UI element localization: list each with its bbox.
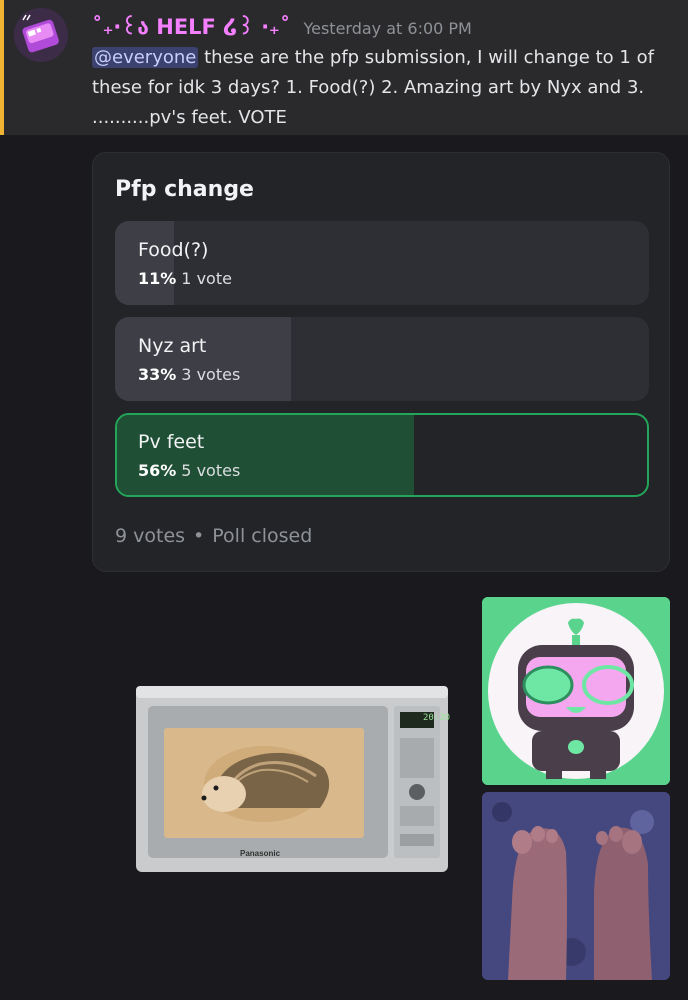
message-content: @everyone these are the pfp submission, … bbox=[92, 43, 672, 133]
poll-option-label: Nyz art bbox=[138, 335, 207, 357]
mention-everyone[interactable]: @everyone bbox=[92, 47, 199, 68]
poll-footer-separator: • bbox=[193, 525, 205, 547]
poll-option-votes: 5 votes bbox=[181, 461, 241, 480]
poll-option-percent: 33% bbox=[138, 365, 177, 384]
poll-option-votes: 3 votes bbox=[181, 365, 241, 384]
poll-option-stats: 33% 3 votes bbox=[138, 365, 240, 384]
poll-total-votes[interactable]: 9 votes bbox=[115, 525, 185, 547]
message-header: ˚₊‧꒰ა HELF ໒꒱ ‧₊˚ Yesterday at 6:00 PM bbox=[92, 12, 472, 40]
message: ˚₊‧꒰ა HELF ໒꒱ ‧₊˚ Yesterday at 6:00 PM @… bbox=[0, 0, 688, 135]
attachment-microwave-image[interactable]: 20:30 Panasonic bbox=[132, 682, 450, 876]
message-timestamp[interactable]: Yesterday at 6:00 PM bbox=[303, 19, 471, 38]
microwave-brand: Panasonic bbox=[240, 849, 281, 858]
poll-option-stats: 56% 5 votes bbox=[138, 461, 240, 480]
poll-option-nyz-art[interactable]: Nyz art 33% 3 votes bbox=[115, 317, 649, 401]
attachment-feet-image[interactable] bbox=[482, 792, 670, 980]
poll-footer: 9 votes • Poll closed bbox=[115, 525, 312, 547]
poll-option-pv-feet[interactable]: Pv feet 56% 5 votes bbox=[115, 413, 649, 497]
attachment-art-image[interactable] bbox=[482, 597, 670, 785]
microwave-display: 20:30 bbox=[423, 713, 450, 723]
poll-option-fill bbox=[117, 415, 414, 495]
poll-option-label: Food(?) bbox=[138, 239, 209, 261]
poll-option-percent: 11% bbox=[138, 269, 177, 288]
poll-option-stats: 11% 1 vote bbox=[138, 269, 232, 288]
poll-card: Pfp change Food(?) 11% 1 vote Nyz art 33%… bbox=[92, 152, 670, 572]
poll-option-fill bbox=[115, 221, 174, 305]
author-name[interactable]: ˚₊‧꒰ა HELF ໒꒱ ‧₊˚ bbox=[92, 15, 290, 39]
poll-option-food[interactable]: Food(?) 11% 1 vote bbox=[115, 221, 649, 305]
avatar[interactable] bbox=[14, 8, 68, 62]
poll-option-votes: 1 vote bbox=[181, 269, 232, 288]
poll-option-percent: 56% bbox=[138, 461, 177, 480]
poll-question: Pfp change bbox=[115, 177, 254, 202]
poll-option-label: Pv feet bbox=[138, 431, 205, 453]
poll-option-fill bbox=[115, 317, 292, 401]
poll-status: Poll closed bbox=[212, 525, 313, 547]
mention-highlight-bar bbox=[0, 0, 4, 135]
